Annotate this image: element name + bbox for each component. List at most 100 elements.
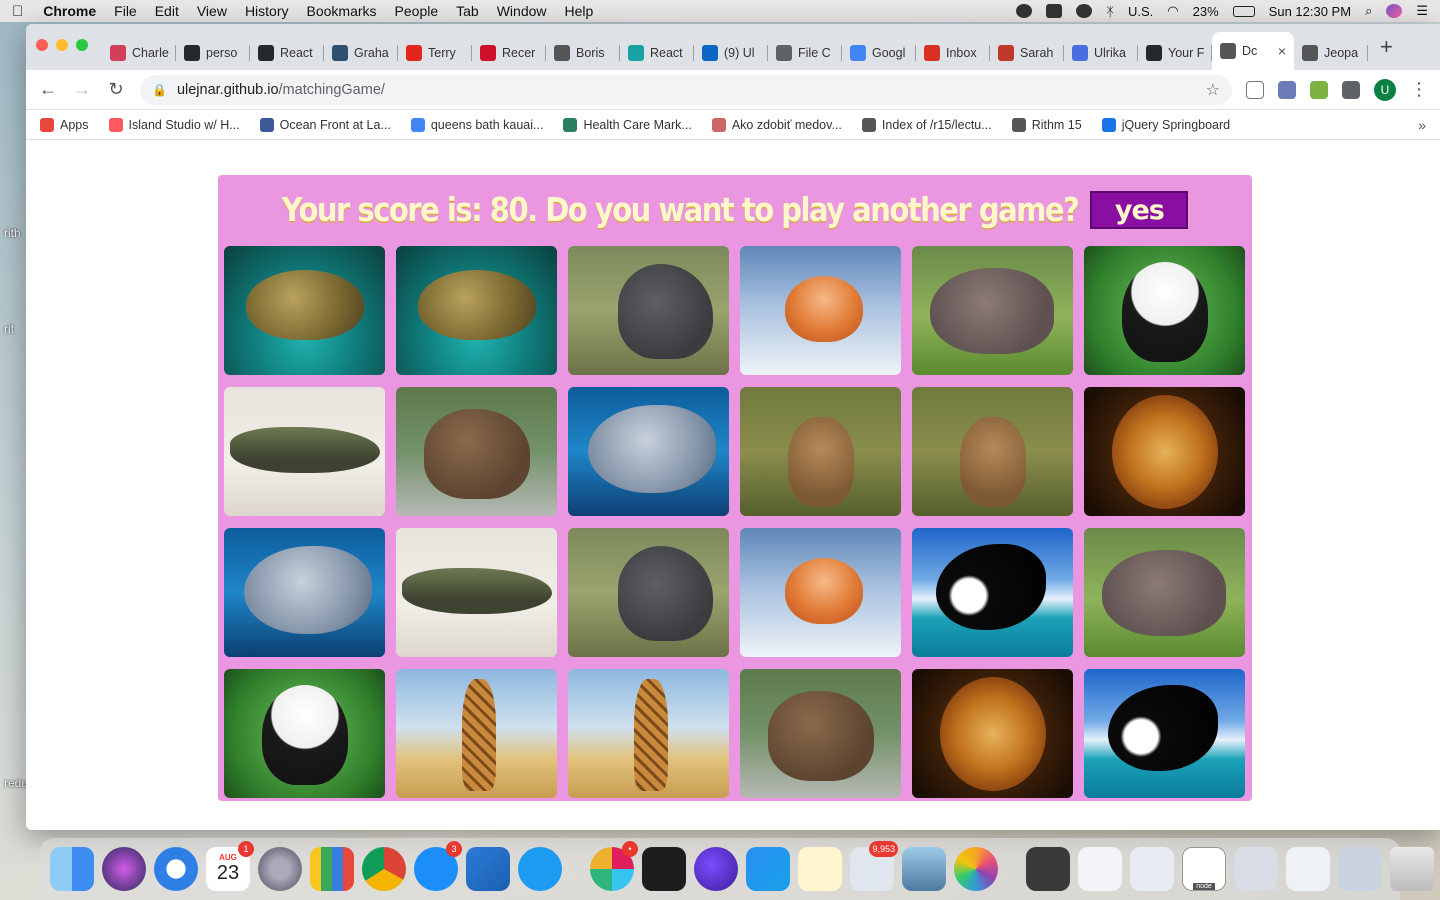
chrome-menu-icon[interactable]: ⋮ (1410, 79, 1428, 100)
tab[interactable]: Recer (472, 36, 546, 70)
bookmarks-overflow-icon[interactable]: » (1418, 117, 1426, 133)
terminal-icon[interactable] (642, 847, 686, 891)
tab[interactable]: Graha (324, 36, 398, 70)
grammarly-icon[interactable] (1016, 4, 1033, 18)
card-panda[interactable] (224, 669, 385, 798)
spotlight-icon[interactable]: ⌕ (1365, 3, 1372, 19)
tab[interactable]: Charle (102, 36, 176, 70)
mail-extension-icon[interactable] (1278, 80, 1296, 99)
minimized-window-thumbnail[interactable] (1130, 847, 1174, 891)
safari-icon[interactable] (154, 847, 198, 891)
siri-dock-icon[interactable] (102, 847, 146, 891)
clock[interactable]: Sun 12:30 PM (1269, 4, 1351, 19)
minimized-window-thumbnail[interactable] (1234, 847, 1278, 891)
tab[interactable]: Boris (546, 36, 620, 70)
menu-tab[interactable]: Tab (456, 3, 479, 19)
card-giraffe[interactable] (396, 669, 557, 798)
minimize-window-button[interactable] (56, 39, 68, 51)
minimized-window-thumbnail[interactable] (1286, 847, 1330, 891)
bluetooth-icon[interactable]: ᛡ (1106, 4, 1114, 19)
card-elephant[interactable] (568, 528, 729, 657)
dropbox-icon[interactable] (1046, 4, 1063, 18)
vscode-icon[interactable] (466, 847, 510, 891)
menu-window[interactable]: Window (497, 3, 547, 19)
tab[interactable]: React (250, 36, 324, 70)
fullscreen-window-button[interactable] (76, 39, 88, 51)
calendar-icon[interactable]: AUG 23 1 (206, 841, 254, 891)
app-store-icon[interactable]: 3 (414, 841, 462, 891)
bookmark-item[interactable]: Index of /r15/lectu... (861, 117, 992, 132)
menu-bookmarks[interactable]: Bookmarks (307, 3, 377, 19)
address-bar[interactable]: 🔒 ulejnar.github.io/matchingGame/ ☆ (140, 74, 1232, 105)
card-sea-turtle[interactable] (224, 246, 385, 375)
input-source[interactable]: U.S. (1128, 4, 1153, 19)
profile-avatar[interactable]: U (1374, 78, 1396, 101)
card-deer[interactable] (740, 387, 901, 516)
desktop-item-label[interactable]: rit (4, 322, 14, 336)
card-giraffe[interactable] (568, 669, 729, 798)
bookmark-item[interactable]: Health Care Mark... (563, 117, 692, 132)
tab[interactable]: (9) Ul (694, 36, 768, 70)
card-fox[interactable] (740, 528, 901, 657)
bookmark-item[interactable]: Ako zdobiť medov... (711, 117, 842, 132)
card-crocodile[interactable] (396, 528, 557, 657)
close-window-button[interactable] (36, 39, 48, 51)
bookmark-item[interactable]: Ocean Front at La... (259, 117, 391, 132)
card-hippo[interactable] (1084, 528, 1245, 657)
time-machine-icon[interactable] (1076, 4, 1093, 18)
card-bear[interactable] (396, 387, 557, 516)
launchpad-icon[interactable] (258, 847, 302, 891)
tab[interactable]: Sarah (990, 36, 1064, 70)
card-dolphin[interactable] (568, 387, 729, 516)
card-hippo[interactable] (912, 246, 1073, 375)
play-again-yes-button[interactable]: yes (1090, 191, 1189, 229)
close-tab-icon[interactable]: × (1278, 43, 1286, 59)
card-crocodile[interactable] (224, 387, 385, 516)
tab[interactable]: React (620, 36, 694, 70)
siri-icon[interactable] (1386, 4, 1403, 18)
xcode-icon[interactable] (746, 847, 790, 891)
card-dolphin[interactable] (224, 528, 385, 657)
card-lion[interactable] (912, 669, 1073, 798)
tab[interactable]: perso (176, 36, 250, 70)
card-lion[interactable] (1084, 387, 1245, 516)
card-elephant[interactable] (568, 246, 729, 375)
menu-help[interactable]: Help (565, 3, 594, 19)
back-button[interactable]: ← (38, 79, 58, 100)
menu-file[interactable]: File (114, 3, 137, 19)
card-orca[interactable] (1084, 669, 1245, 798)
menu-history[interactable]: History (245, 3, 289, 19)
desktop-item-label[interactable]: redu (4, 776, 28, 790)
bookmark-item[interactable]: Island Studio w/ H... (108, 117, 240, 132)
mail-icon[interactable]: 9,953 (850, 841, 898, 891)
minimized-window-thumbnail[interactable] (1026, 847, 1070, 891)
desktop-item-label[interactable]: rith (4, 226, 21, 240)
json-viewer-extension-icon[interactable] (1246, 80, 1264, 99)
tab[interactable]: Inbox (916, 36, 990, 70)
minimized-window-thumbnail[interactable] (1338, 847, 1382, 891)
menu-app-name[interactable]: Chrome (43, 3, 96, 19)
notes-icon[interactable] (798, 847, 842, 891)
terminal-window-thumbnail[interactable]: node (1182, 847, 1226, 891)
photos-icon[interactable] (954, 847, 998, 891)
bookmark-item[interactable]: jQuery Springboard (1101, 117, 1230, 132)
wifi-icon[interactable]: ◠ (1167, 3, 1178, 19)
menu-view[interactable]: View (197, 3, 227, 19)
tab[interactable]: Your F (1138, 36, 1212, 70)
chrome-dock-icon[interactable] (362, 847, 406, 891)
minimized-window-thumbnail[interactable] (1078, 847, 1122, 891)
bookmark-star-icon[interactable]: ☆ (1206, 80, 1220, 100)
card-fox[interactable] (740, 246, 901, 375)
tab[interactable]: Googl (842, 36, 916, 70)
battery-status[interactable]: 23% (1193, 4, 1219, 19)
bookmark-item[interactable]: Rithm 15 (1011, 117, 1082, 132)
card-panda[interactable] (1084, 246, 1245, 375)
tab[interactable]: Jeopa (1294, 36, 1368, 70)
tab[interactable]: Terry (398, 36, 472, 70)
tab[interactable]: Ulrika (1064, 36, 1138, 70)
slack-icon[interactable]: • (590, 841, 638, 891)
menu-people[interactable]: People (395, 3, 439, 19)
trash-icon[interactable] (1390, 847, 1434, 891)
preview-icon[interactable] (902, 847, 946, 891)
card-orca[interactable] (912, 528, 1073, 657)
